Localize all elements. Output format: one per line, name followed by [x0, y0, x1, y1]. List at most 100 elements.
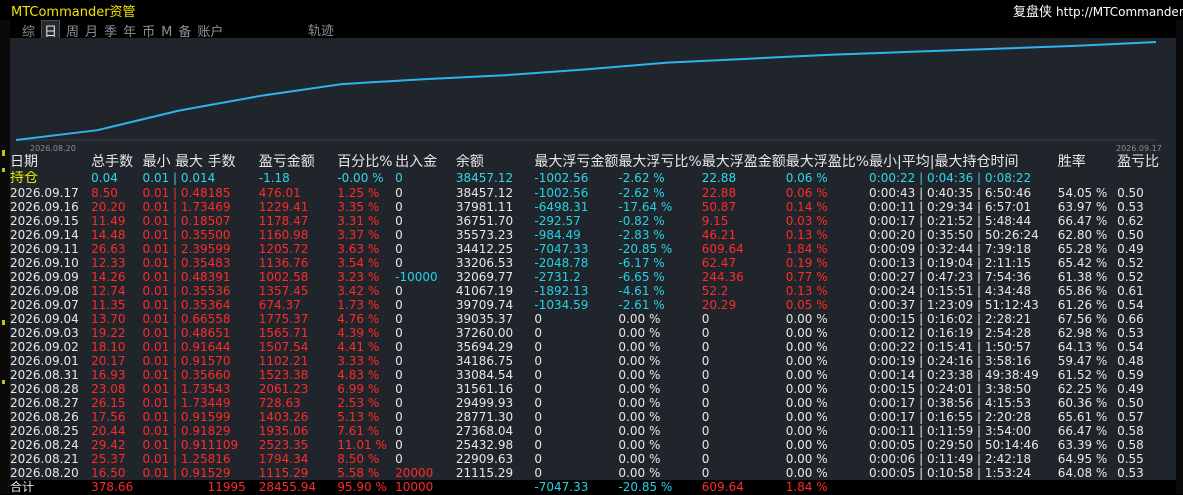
max-float-profit: 0 [701, 452, 710, 466]
max-float-profit: 0 [701, 368, 710, 382]
table-row[interactable]: 2026.08.28 23.08 0.01 | 1.73 543 2061.23 6.99… [10, 382, 1176, 396]
min-max-lots: 0.01 | 0.91 [142, 354, 208, 368]
pnl-pct: 1.25 % [337, 186, 380, 200]
date: 2026.09.09 [10, 270, 79, 284]
table-row[interactable]: 2026.08.24 29.42 0.01 | 0.91 1109 2523.35 11.… [10, 438, 1176, 452]
balance: 31561.16 [455, 382, 514, 396]
table-row[interactable]: 2026.09.10 12.33 0.01 | 0.35 483 1136.76 3.54… [10, 256, 1176, 270]
chart-end-date: 2026.09.17 [1116, 144, 1162, 153]
table-row[interactable]: 2026.09.08 12.74 0.01 | 0.35 536 1357.45 3.42… [10, 284, 1176, 298]
max-drawdown: -7047.33 [534, 480, 619, 495]
hold-time: 0:00:12 | 0:16:19 | 2:54:28 [869, 326, 1032, 340]
pnl: 1002.58 [258, 270, 309, 284]
win-rate [1058, 171, 1117, 186]
brand-name: 复盘侠 [1013, 5, 1053, 20]
trade-count: 570 [207, 354, 231, 368]
max-float-profit: 0 [701, 438, 710, 452]
trade-count: 599 [207, 410, 231, 424]
min-max-lots: 0.01 | 0.35 [142, 256, 208, 270]
totals-row[interactable]: 合计 378.66 11995 28455.94 95.90 % 10000 -7047.3… [10, 480, 1176, 495]
hold-time: 0:00:05 | 0:29:50 | 50:14:46 [869, 438, 1039, 452]
pnl-pct: 3.54 % [337, 256, 380, 270]
pnl-pct: 4.76 % [337, 312, 380, 326]
hold-time: 0:00:06 | 0:11:49 | 2:42:18 [869, 452, 1032, 466]
pnl: 1357.45 [258, 284, 309, 298]
tab-trajectory[interactable]: 轨迹 [308, 20, 334, 39]
trade-count: 469 [207, 200, 231, 214]
max-drawdown: -1034.59 [534, 298, 589, 312]
max-drawdown: -7047.33 [534, 242, 589, 256]
deposit-withdraw: 0 [395, 228, 403, 242]
table-row[interactable]: 2026.08.21 25.37 0.01 | 1.25 816 1794.34 8.50… [10, 452, 1176, 466]
total-lots: 11.35 [91, 298, 126, 312]
max-drawdown-pct: 0.00 % [618, 438, 661, 452]
max-float-profit-pct: 0.00 % [785, 382, 828, 396]
balance: 38457.12 [455, 171, 514, 185]
table-row[interactable]: 2026.09.17 8.50 0.01 | 0.48 185 476.01 1.25 %… [10, 186, 1176, 200]
total-lots: 20.17 [91, 354, 126, 368]
pnl-pct: 1.73 % [337, 298, 380, 312]
table-row[interactable]: 2026.09.02 18.10 0.01 | 0.91 644 1507.54 4.41… [10, 340, 1176, 354]
max-float-profit: 0 [701, 410, 710, 424]
table-header[interactable]: 日期 总手数 最小 最大 手数 盈亏金额 百分比% 出入金 余额 最大浮亏金额 最大浮亏比% 最大浮盈… [10, 154, 1176, 171]
max-float-profit: 20.29 [701, 298, 737, 312]
column-header: 百分比% [337, 154, 393, 170]
table-row[interactable]: 2026.08.20 16.50 0.01 | 0.91 529 1115.29 5.58… [10, 466, 1176, 480]
table-row[interactable]: 2026.09.03 19.22 0.01 | 0.48 651 1565.71 4.39… [10, 326, 1176, 340]
table-row[interactable]: 2026.08.25 20.44 0.01 | 0.91 829 1935.06 7.61… [10, 424, 1176, 438]
brand-url[interactable]: http://MTCommander [1056, 5, 1183, 19]
max-drawdown: 0 [534, 452, 543, 466]
right-scrollbar[interactable] [1176, 20, 1183, 494]
trade-count: 816 [207, 452, 231, 466]
balance: 41067.19 [455, 284, 514, 298]
table-row[interactable]: 2026.08.31 16.93 0.01 | 0.35 660 1523.38 4.83… [10, 368, 1176, 382]
hold-time: 0:00:24 | 0:15:51 | 4:34:48 [869, 284, 1032, 298]
max-drawdown-pct: -4.61 % [618, 284, 665, 298]
win-rate: 62.80 % [1057, 228, 1108, 242]
table-row[interactable]: 2026.09.01 20.17 0.01 | 0.91 570 1102.21 3.33… [10, 354, 1176, 368]
max-drawdown-pct: 0.00 % [618, 424, 661, 438]
table-row[interactable]: 2026.09.14 14.48 0.01 | 0.35 500 1160.98 3.37… [10, 228, 1176, 242]
column-header: 盈亏比 [1117, 154, 1160, 170]
max-drawdown-pct: 0.00 % [618, 382, 661, 396]
max-drawdown-pct: 0.00 % [618, 326, 661, 340]
pnl-pct: 5.58 % [337, 466, 380, 480]
pnl: 2523.35 [258, 438, 309, 452]
table-row[interactable]: 2026.08.27 26.15 0.01 | 1.73 449 728.63 2.53 … [10, 396, 1176, 410]
trade-count: 660 [207, 368, 231, 382]
max-float-profit-pct: 0.00 % [785, 312, 828, 326]
holding-row[interactable]: 持仓 0.04 0.01 | 0.01 4 -1.18 -0.00 % 0 38457.12 -… [10, 171, 1176, 186]
table-row[interactable]: 2026.09.07 11.35 0.01 | 0.35 364 674.37 1.73 … [10, 298, 1176, 312]
column-header: 最小 [142, 154, 171, 170]
total-lots: 12.33 [91, 256, 126, 270]
table-row[interactable]: 2026.09.11 26.63 0.01 | 2.39 599 1205.72 3.63… [10, 242, 1176, 256]
balance: 36751.70 [455, 214, 514, 228]
pl-ratio: 0.55 [1117, 452, 1144, 466]
table-row[interactable]: 2026.08.26 17.56 0.01 | 0.91 599 1403.26 5.13… [10, 410, 1176, 424]
table-row[interactable]: 2026.09.15 11.49 0.01 | 0.18 507 1178.47 3.31… [10, 214, 1176, 228]
pl-ratio: 0.53 [1117, 326, 1144, 340]
deposit-withdraw: 0 [395, 200, 403, 214]
max-drawdown-pct: 0.00 % [618, 396, 661, 410]
column-header: 盈亏金额 [258, 154, 315, 170]
column-header: 日期 [10, 154, 38, 170]
max-float-profit: 0 [701, 354, 710, 368]
pnl: 1115.29 [258, 466, 309, 480]
min-max-lots: 0.01 | 2.39 [142, 242, 208, 256]
max-float-profit-pct: 0.00 % [785, 368, 828, 382]
date: 2026.09.04 [10, 312, 79, 326]
min-max-lots: 0.01 | 0.35 [142, 298, 208, 312]
min-max-lots: 0.01 | 1.73 [142, 382, 208, 396]
min-max-lots: 0.01 | 0.48 [142, 186, 208, 200]
pnl: 1160.98 [258, 228, 309, 242]
table-row[interactable]: 2026.09.09 14.26 0.01 | 0.48 391 1002.58 3.23… [10, 270, 1176, 284]
max-drawdown: 0 [534, 326, 543, 340]
balance: 35694.29 [455, 340, 514, 354]
pnl: 1565.71 [258, 326, 309, 340]
pl-ratio [1117, 171, 1176, 186]
trade-count: 599 [207, 242, 231, 256]
hold-time: 0:00:15 | 0:24:01 | 3:38:50 [869, 382, 1032, 396]
table-row[interactable]: 2026.09.16 20.20 0.01 | 1.73 469 1229.41 3.35… [10, 200, 1176, 214]
table-row[interactable]: 2026.09.04 13.70 0.01 | 0.66 558 1775.37 4.76… [10, 312, 1176, 326]
max-float-profit: 609.64 [701, 480, 786, 495]
